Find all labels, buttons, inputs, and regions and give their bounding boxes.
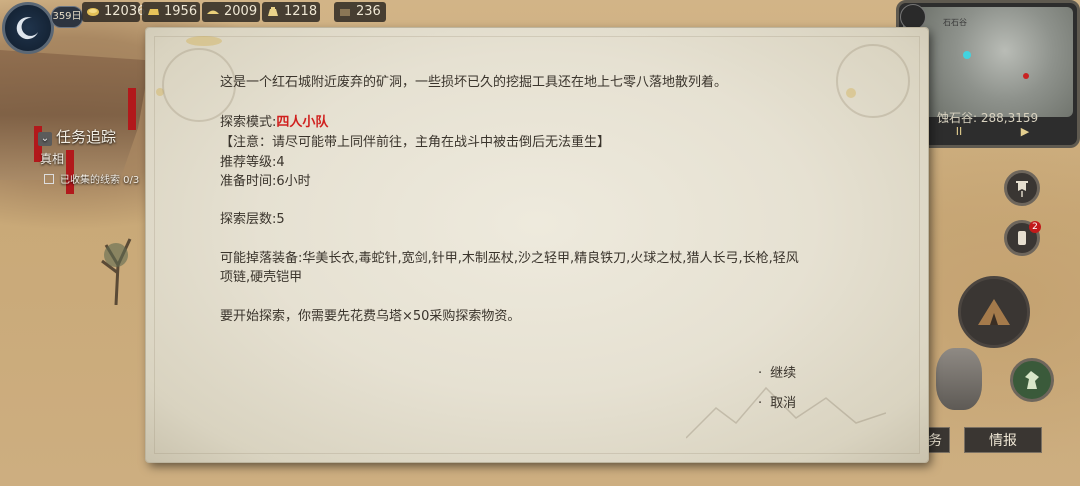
resource-gold: 12036 — [82, 2, 145, 22]
resource-supply: 236 — [334, 2, 386, 22]
flag-icon — [1007, 173, 1037, 203]
food-icon — [207, 10, 219, 14]
mode-value: 四人小队 — [276, 115, 329, 130]
banner-button[interactable] — [1004, 170, 1040, 206]
iron-ingot-icon — [148, 9, 159, 15]
day-counter: 359日 — [51, 6, 83, 28]
resource-iron: 1956 — [142, 2, 200, 22]
resource-money-value: 1218 — [284, 4, 318, 19]
mount-button[interactable] — [1010, 358, 1054, 402]
dead-tree — [101, 238, 132, 305]
resource-iron-value: 1956 — [164, 4, 198, 19]
mode-line: 探索模式:四人小队 — [220, 114, 328, 132]
recommended-level: 推荐等级:4 — [220, 155, 285, 170]
continue-label: 继续 — [770, 366, 797, 381]
cancel-label: 取消 — [770, 396, 797, 411]
zoom-map-button[interactable] — [900, 4, 926, 30]
day-night-badge[interactable] — [2, 2, 54, 54]
minimap-terrain: 石石谷 — [903, 7, 1073, 117]
explore-floors: 探索层数:5 — [220, 212, 285, 227]
money-bag-icon — [268, 7, 278, 16]
intel-tab[interactable]: 情报 — [964, 427, 1042, 453]
bullet-icon: · — [758, 396, 763, 411]
quest-objective: 已收集的线索 0/3 — [44, 171, 139, 186]
player-marker — [963, 51, 971, 59]
exploration-dialog: 这是一个红石城附近废弃的矿洞，一些损坏已久的挖掘工具还在地上七零八落地散列着。 … — [146, 28, 928, 462]
resource-food-value: 2009 — [224, 4, 258, 19]
camp-button[interactable] — [958, 276, 1030, 348]
drops-line-1: 可能掉落装备:华美长衣,毒蛇针,宽剑,针甲,木制巫杖,沙之轻甲,精良铁刀,火球之… — [220, 251, 799, 266]
rock-prop — [936, 348, 982, 410]
resource-money: 1218 — [262, 2, 320, 22]
parchment-stain — [186, 36, 222, 46]
notification-badge: 2 — [1029, 221, 1041, 233]
dialog-note: 【注意：请尽可能带上同伴前往，主角在战斗中被击倒后无法重生】 — [220, 135, 611, 150]
horse-head-icon — [1013, 361, 1051, 399]
quest-tracker-header[interactable]: ⌄ 任务追踪 — [38, 126, 116, 147]
chevron-down-icon: ⌄ — [38, 132, 52, 146]
continue-option[interactable]: · 继续 — [758, 362, 796, 381]
red-banner — [128, 88, 136, 130]
quest-tracker-title: 任务追踪 — [56, 128, 117, 146]
resource-gold-value: 12036 — [104, 4, 146, 19]
supply-icon — [340, 9, 350, 16]
resource-supply-value: 236 — [356, 4, 381, 19]
tent-icon — [961, 279, 1027, 345]
drops-line-2: 项链,硬壳铠甲 — [220, 270, 303, 285]
resource-food: 2009 — [202, 2, 260, 22]
prep-time: 准备时间:6小时 — [220, 174, 311, 189]
notification-button[interactable]: 2 — [1004, 220, 1041, 256]
bullet-icon: · — [758, 366, 763, 381]
dialog-intro: 这是一个红石城附近废弃的矿洞，一些损坏已久的挖掘工具还在地上七零八落地散列着。 — [220, 75, 728, 90]
requirement-text: 要开始探索，你需要先花费乌塔×50采购探索物资。 — [220, 309, 521, 324]
moon-icon — [16, 17, 38, 40]
checkbox-icon — [44, 174, 54, 184]
mode-label: 探索模式: — [220, 115, 277, 130]
quest-objective-text: 已收集的线索 0/3 — [60, 175, 140, 186]
cancel-option[interactable]: · 取消 — [758, 392, 796, 411]
enemy-marker — [1023, 73, 1029, 79]
quest-name[interactable]: 真相 — [40, 150, 64, 167]
decorative-swirl — [836, 44, 910, 118]
gold-coin-icon — [87, 8, 99, 16]
minimap-region-label: 石石谷 — [943, 18, 967, 27]
minimap-pause-button[interactable]: II — [929, 123, 989, 141]
minimap-play-button[interactable]: ▶ — [995, 123, 1055, 141]
